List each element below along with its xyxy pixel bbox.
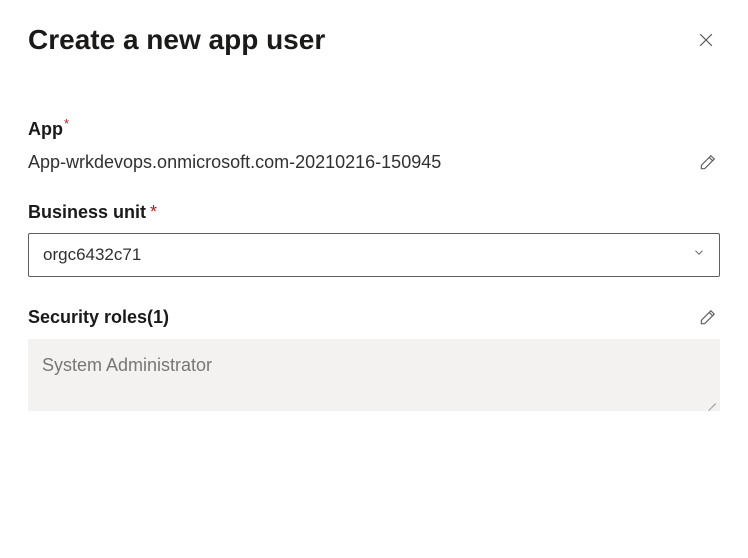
- resize-handle-icon: [704, 395, 716, 407]
- security-roles-header: Security roles(1): [28, 305, 720, 329]
- close-button[interactable]: [692, 26, 720, 54]
- business-unit-select-wrap: [28, 233, 720, 277]
- edit-app-button[interactable]: [696, 150, 720, 174]
- business-unit-select[interactable]: [28, 233, 720, 277]
- app-value: App-wrkdevops.onmicrosoft.com-20210216-1…: [28, 152, 441, 173]
- business-unit-label-text: Business unit: [28, 202, 146, 222]
- security-roles-field: Security roles(1) System Administrator: [28, 305, 720, 411]
- pencil-icon: [698, 152, 718, 172]
- close-icon: [696, 30, 716, 50]
- dialog-title: Create a new app user: [28, 24, 325, 56]
- app-value-row: App-wrkdevops.onmicrosoft.com-20210216-1…: [28, 150, 720, 174]
- security-roles-label: Security roles(1): [28, 307, 169, 328]
- business-unit-label: Business unit*: [28, 202, 720, 223]
- required-indicator: *: [64, 116, 69, 131]
- edit-security-roles-button[interactable]: [696, 305, 720, 329]
- security-role-item: System Administrator: [42, 355, 212, 375]
- security-roles-box[interactable]: System Administrator: [28, 339, 720, 411]
- app-field: App* App-wrkdevops.onmicrosoft.com-20210…: [28, 116, 720, 174]
- required-indicator: *: [150, 202, 157, 222]
- business-unit-field: Business unit*: [28, 202, 720, 277]
- pencil-icon: [698, 307, 718, 327]
- dialog-header: Create a new app user: [28, 24, 720, 56]
- app-label-text: App: [28, 119, 63, 139]
- app-label: App*: [28, 116, 720, 140]
